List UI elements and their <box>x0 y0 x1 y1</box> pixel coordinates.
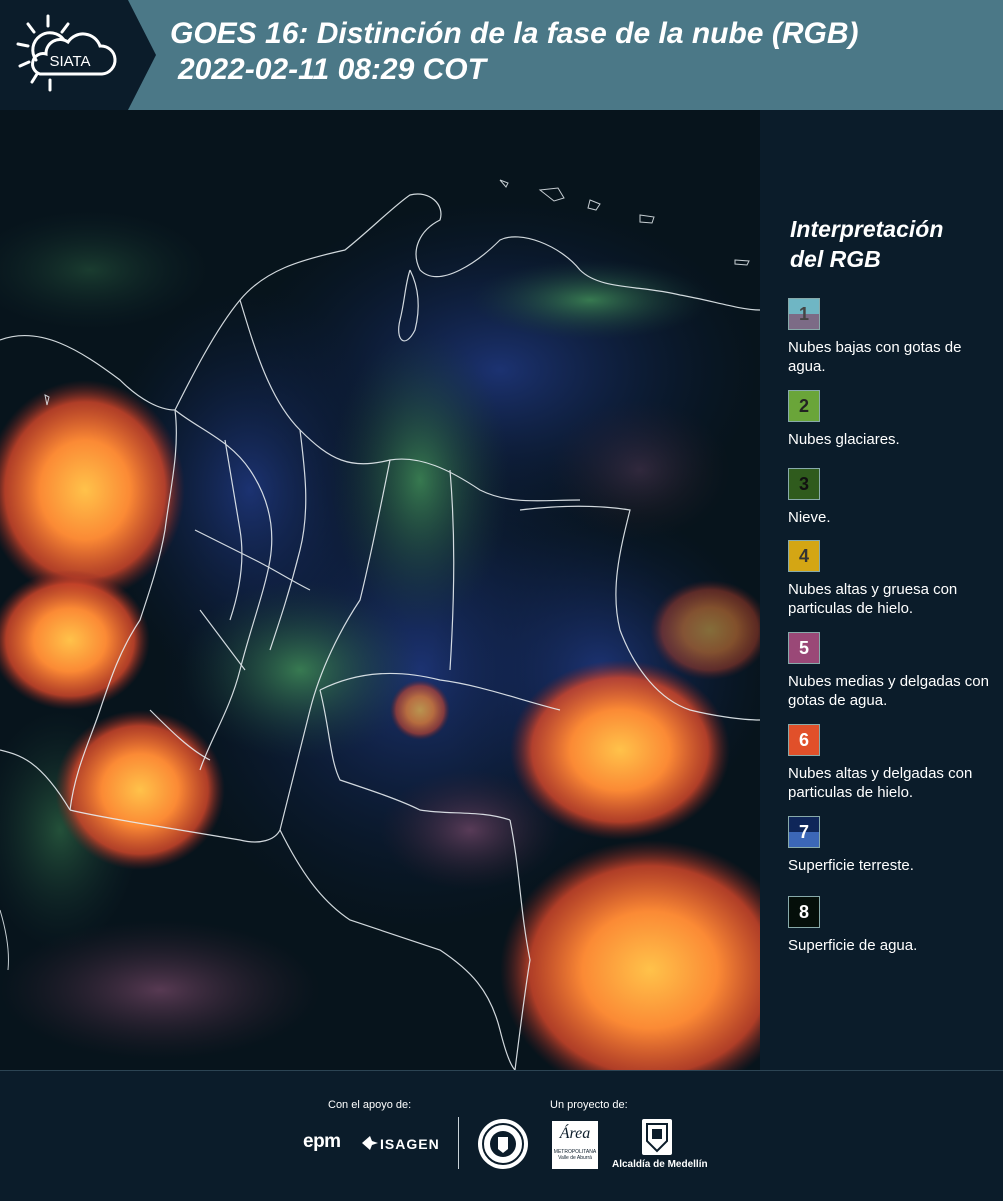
legend-number: 7 <box>798 822 809 842</box>
legend-swatch: 6 <box>788 724 820 756</box>
legend-label: Superficie de agua. <box>788 937 918 954</box>
legend-item-6: 6 Nubes altas y delgadas con particulas d… <box>788 724 998 802</box>
legend-panel: Interpretación del RGB 1 Nubes bajas con … <box>760 110 1003 1070</box>
legend-swatch: 5 <box>788 632 820 664</box>
isagen-text: ISAGEN <box>380 1136 440 1152</box>
legend-label: Nieve. <box>788 509 831 526</box>
legend-item-4: 4 Nubes altas y gruesa con particulas de … <box>788 540 998 618</box>
isagen-logo: ISAGEN <box>360 1133 440 1157</box>
title-product: GOES 16: Distinción de la fase de la nub… <box>170 17 859 50</box>
legend-swatch: 4 <box>788 540 820 572</box>
legend-number: 1 <box>798 304 809 324</box>
area-logo-text: Área <box>559 1125 591 1142</box>
legend-number: 2 <box>798 396 809 416</box>
legend-label: Nubes altas y delgadas con particulas de… <box>788 765 973 801</box>
area-metropolitana-logo: Área METROPOLITANA Valle de Aburrá <box>552 1121 598 1169</box>
legend-item-1: 1 Nubes bajas con gotas de agua. <box>788 298 998 376</box>
legend-swatch: 8 <box>788 896 820 928</box>
project-label: Un proyecto de: <box>550 1099 628 1111</box>
page-title: GOES 16: Distinción de la fase de la nub… <box>170 16 858 88</box>
legend-swatch: 3 <box>788 468 820 500</box>
isagen-icon <box>362 1136 378 1150</box>
legend-label: Nubes altas y gruesa con particulas de h… <box>788 581 958 617</box>
header-bar: SIATA GOES 16: Distinción de la fase de … <box>0 0 1003 110</box>
seal-icon <box>482 1123 524 1165</box>
title-timestamp: 2022-02-11 08:29 COT <box>178 53 486 86</box>
legend-item-5: 5 Nubes medias y delgadas con gotas de ag… <box>788 632 998 710</box>
legend-number: 3 <box>798 474 809 494</box>
area-logo-sub2: Valle de Aburrá <box>558 1155 592 1161</box>
legend-item-3: 3 Nieve. <box>788 468 998 527</box>
siata-sun-icon: SIATA <box>16 14 117 92</box>
siata-logo-text: SIATA <box>49 53 90 70</box>
legend-number: 4 <box>798 546 809 566</box>
legend-item-7: 7 Superficie terreste. <box>788 816 998 875</box>
legend-number: 8 <box>798 902 809 922</box>
legend-label: Nubes medias y delgadas con gotas de agu… <box>788 673 989 709</box>
satellite-map <box>0 110 760 1070</box>
legend-label: Nubes bajas con gotas de agua. <box>788 339 962 375</box>
legend-title-line1: Interpretación <box>790 216 944 242</box>
legend-label: Nubes glaciares. <box>788 431 900 448</box>
header-chevron <box>128 0 156 110</box>
footer-bar: Con el apoyo de: Un proyecto de: epm ISA… <box>0 1070 1003 1201</box>
footer-divider <box>458 1117 459 1169</box>
medellin-seal-logo <box>478 1119 528 1169</box>
alcaldia-shield-icon <box>642 1119 672 1155</box>
satellite-image <box>0 110 760 1070</box>
legend-title-line2: del RGB <box>790 246 881 272</box>
epm-logo: epm <box>303 1131 341 1152</box>
legend-swatch: 1 <box>788 298 820 330</box>
legend-number: 5 <box>798 638 809 658</box>
legend-item-2: 2 Nubes glaciares. <box>788 390 998 449</box>
legend-number: 6 <box>798 730 809 750</box>
legend-label: Superficie terreste. <box>788 857 914 874</box>
legend-swatch: 7 <box>788 816 820 848</box>
legend-title: Interpretación del RGB <box>790 214 990 274</box>
legend-swatch: 2 <box>788 390 820 422</box>
siata-logo: SIATA <box>0 0 128 110</box>
legend-item-8: 8 Superficie de agua. <box>788 896 998 955</box>
alcaldia-label: Alcaldía de Medellín <box>612 1159 708 1170</box>
support-label: Con el apoyo de: <box>328 1099 412 1111</box>
